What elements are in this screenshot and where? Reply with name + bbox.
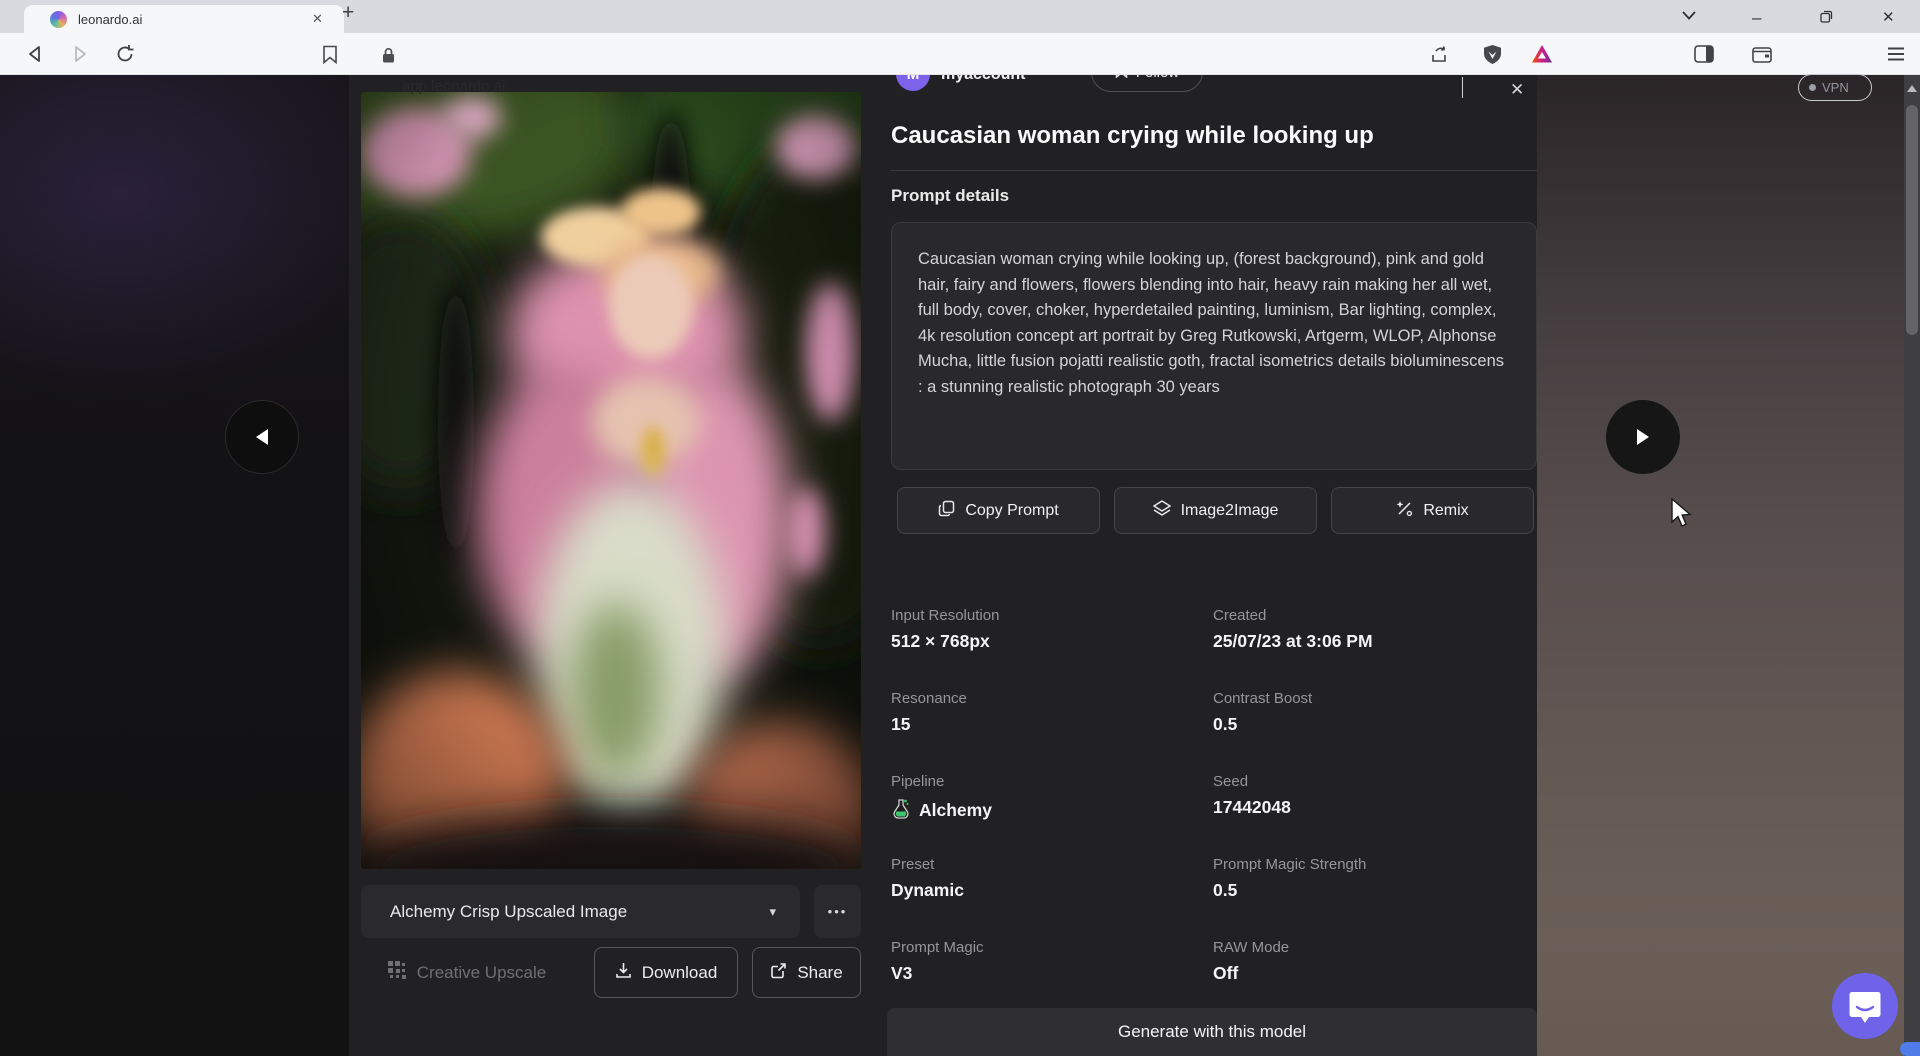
potion-icon [891,797,911,824]
vpn-button[interactable]: VPN [1798,74,1872,101]
remix-icon [1396,500,1413,522]
image2image-button[interactable]: Image2Image [1114,487,1317,534]
new-tab-button[interactable]: + [342,1,354,25]
chat-widget-button[interactable] [1832,973,1898,1039]
meta-prompt-magic-strength: Prompt Magic Strength 0.5 [1213,856,1537,939]
variant-selector[interactable]: Alchemy Crisp Upscaled Image ▾ [361,885,800,938]
copy-prompt-label: Copy Prompt [965,502,1058,520]
prompt-details-heading: Prompt details [891,186,1009,206]
download-button[interactable]: Download [594,947,738,998]
page-backdrop-right [1537,75,1904,1056]
creative-upscale-button[interactable]: Creative Upscale [361,947,573,998]
close-icon[interactable]: ✕ [1510,80,1524,100]
browser-tab-bar: leonardo.ai ✕ + – ✕ [0,0,1920,33]
site-favicon [50,11,67,28]
prompt-box: Caucasian woman crying while looking up,… [891,222,1537,470]
arrow-left-icon [254,428,270,446]
generation-metadata: Input Resolution 512 × 768px Created 25/… [891,607,1537,1022]
browser-tab[interactable]: leonardo.ai ✕ [24,5,344,33]
upscale-grid-icon [388,961,407,985]
wallet-icon[interactable] [1748,40,1776,68]
arrow-right-icon [1635,428,1651,446]
share-page-icon[interactable] [1425,40,1453,68]
share-icon [770,962,787,984]
image-title: Caucasian woman crying while looking up [891,122,1374,150]
share-label: Share [797,963,842,983]
brave-rewards-bat-icon[interactable] [1528,40,1556,68]
download-icon [615,962,632,984]
generated-image-art [361,92,861,869]
next-image-button[interactable] [1606,400,1680,474]
menu-icon[interactable] [1882,40,1910,68]
sidebar-icon[interactable] [1690,40,1718,68]
meta-pipeline: Pipeline Alchemy [891,773,1213,856]
page-background-left [0,75,349,1056]
vpn-label: VPN [1822,80,1849,95]
bookmark-icon[interactable] [316,40,344,68]
divider [891,170,1537,171]
remix-button[interactable]: Remix [1331,487,1534,534]
window-close-button[interactable]: ✕ [1882,8,1895,26]
back-button[interactable] [21,40,49,68]
more-options-button[interactable]: ••• [814,885,861,938]
toolbar-separator [1462,77,1463,98]
meta-preset: Preset Dynamic [891,856,1213,939]
download-label: Download [642,963,718,983]
tab-title: leonardo.ai [78,12,142,27]
address-bar[interactable]: app.leonardo.ai [402,78,505,95]
tab-close-icon[interactable]: ✕ [312,11,323,27]
meta-input-resolution: Input Resolution 512 × 768px [891,607,1213,690]
brave-shield-icon[interactable] [1478,40,1506,68]
creative-upscale-label: Creative Upscale [417,963,546,983]
share-button[interactable]: Share [752,947,861,998]
scroll-corner-chip [1900,1042,1920,1056]
scrollbar-up-arrow[interactable] [1907,85,1917,92]
remix-label: Remix [1423,502,1468,520]
reload-button[interactable] [111,40,139,68]
vpn-status-dot [1809,84,1816,91]
meta-seed: Seed 17442048 [1213,773,1537,856]
generate-with-model-button[interactable]: Generate with this model [887,1008,1537,1056]
layers-icon [1153,500,1171,522]
previous-image-button[interactable] [225,400,299,474]
chat-bubble-icon [1849,989,1881,1023]
tab-search-chevron-icon[interactable] [1682,11,1696,20]
image2image-label: Image2Image [1181,502,1279,520]
chevron-down-icon: ▾ [769,904,776,920]
page-scrollbar[interactable] [1904,75,1920,1056]
copy-prompt-button[interactable]: Copy Prompt [897,487,1100,534]
copy-icon [938,500,955,522]
lock-icon[interactable] [374,41,402,69]
meta-created: Created 25/07/23 at 3:06 PM [1213,607,1537,690]
mouse-cursor [1670,498,1694,535]
scrollbar-thumb[interactable] [1906,105,1918,335]
window-restore-button[interactable] [1820,10,1833,23]
generated-image[interactable] [361,92,861,869]
prompt-text: Caucasian woman crying while looking up,… [892,223,1536,400]
meta-contrast-boost: Contrast Boost 0.5 [1213,690,1537,773]
forward-button[interactable] [66,40,94,68]
window-minimize-button[interactable]: – [1752,8,1761,28]
meta-resonance: Resonance 15 [891,690,1213,773]
variant-label: Alchemy Crisp Upscaled Image [390,902,627,922]
browser-toolbar: app.leonardo.ai VPN [0,33,1920,75]
screen: M myaccount Follow ✕ Caucasian woman cry… [0,0,1920,1056]
